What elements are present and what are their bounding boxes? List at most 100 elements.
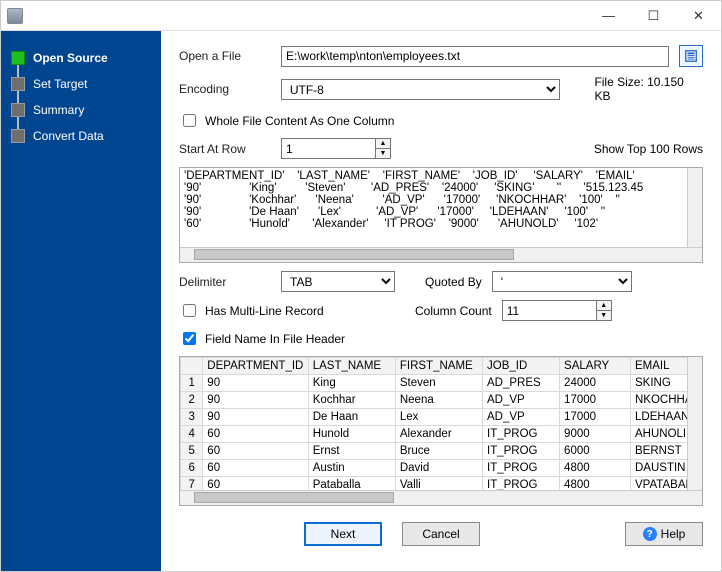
browse-file-button[interactable] [679, 45, 703, 67]
cell[interactable]: Bruce [395, 443, 482, 460]
step-indicator-icon [11, 77, 25, 91]
cell[interactable]: 60 [203, 426, 308, 443]
table-row[interactable]: 290KochharNeenaAD_VP17000NKOCHHA [181, 392, 702, 409]
grid-vertical-scrollbar[interactable] [687, 357, 702, 490]
cell[interactable]: 60 [203, 460, 308, 477]
whole-file-label: Whole File Content As One Column [205, 114, 394, 128]
step-summary[interactable]: Summary [9, 97, 153, 123]
delimiter-select[interactable]: TAB [281, 271, 395, 292]
encoding-label: Encoding [179, 82, 271, 96]
raw-horizontal-scrollbar[interactable] [180, 247, 702, 262]
cell[interactable]: 90 [203, 392, 308, 409]
cancel-button[interactable]: Cancel [402, 522, 480, 546]
cell[interactable]: 9000 [560, 426, 631, 443]
file-size-label: File Size: 10.150 KB [594, 75, 703, 103]
cell[interactable]: Lex [395, 409, 482, 426]
column-count-label: Column Count [415, 304, 492, 318]
cell[interactable]: De Haan [308, 409, 395, 426]
cell[interactable]: Kochhar [308, 392, 395, 409]
cell[interactable]: IT_PROG [483, 426, 560, 443]
table-row[interactable]: 390De HaanLexAD_VP17000LDEHAAN [181, 409, 702, 426]
open-file-label: Open a File [179, 49, 271, 63]
cell[interactable]: 90 [203, 375, 308, 392]
cell[interactable]: IT_PROG [483, 460, 560, 477]
row-number: 5 [181, 443, 203, 460]
open-file-icon [684, 49, 698, 63]
cell[interactable]: Alexander [395, 426, 482, 443]
table-row[interactable]: 460HunoldAlexanderIT_PROG9000AHUNOLI [181, 426, 702, 443]
cell[interactable]: IT_PROG [483, 477, 560, 491]
cell[interactable]: David [395, 460, 482, 477]
row-number: 2 [181, 392, 203, 409]
step-label: Summary [33, 103, 84, 117]
row-number: 1 [181, 375, 203, 392]
field-header-checkbox[interactable] [183, 332, 196, 345]
cell[interactable]: AD_VP [483, 392, 560, 409]
whole-file-checkbox[interactable] [183, 114, 196, 127]
cell[interactable]: 17000 [560, 392, 631, 409]
next-button[interactable]: Next [304, 522, 382, 546]
maximize-button[interactable]: ☐ [631, 1, 676, 31]
cell[interactable]: 4800 [560, 460, 631, 477]
step-label: Convert Data [33, 129, 104, 143]
row-number: 7 [181, 477, 203, 491]
cell[interactable]: 60 [203, 443, 308, 460]
raw-vertical-scrollbar[interactable] [687, 168, 702, 247]
encoding-select[interactable]: UTF-8 [281, 79, 561, 100]
start-row-input[interactable] [281, 138, 375, 159]
file-path-input[interactable] [281, 46, 669, 67]
minimize-button[interactable]: — [586, 1, 631, 31]
spinner-up-icon[interactable]: ▲ [597, 301, 611, 311]
help-button[interactable]: ? Help [625, 522, 703, 546]
cell[interactable]: Austin [308, 460, 395, 477]
cell[interactable]: Steven [395, 375, 482, 392]
cell[interactable]: 17000 [560, 409, 631, 426]
column-header[interactable]: JOB_ID [483, 358, 560, 375]
step-set-target[interactable]: Set Target [9, 71, 153, 97]
step-convert-data[interactable]: Convert Data [9, 123, 153, 149]
column-header[interactable]: SALARY [560, 358, 631, 375]
column-header[interactable]: LAST_NAME [308, 358, 395, 375]
scrollbar-thumb[interactable] [194, 492, 394, 503]
scrollbar-thumb[interactable] [194, 249, 514, 260]
column-count-spinner[interactable]: ▲ ▼ [596, 300, 612, 321]
show-top-label: Show Top 100 Rows [594, 142, 703, 156]
table-row[interactable]: 190KingStevenAD_PRES24000SKING [181, 375, 702, 392]
spinner-up-icon[interactable]: ▲ [376, 139, 390, 149]
delimiter-label: Delimiter [179, 275, 271, 289]
cell[interactable]: 6000 [560, 443, 631, 460]
grid-horizontal-scrollbar[interactable] [180, 490, 702, 505]
cell[interactable]: Valli [395, 477, 482, 491]
cell[interactable]: Ernst [308, 443, 395, 460]
cell[interactable]: 60 [203, 477, 308, 491]
cell[interactable]: 24000 [560, 375, 631, 392]
cell[interactable]: 4800 [560, 477, 631, 491]
data-grid: DEPARTMENT_IDLAST_NAMEFIRST_NAMEJOB_IDSA… [179, 356, 703, 506]
cell[interactable]: Neena [395, 392, 482, 409]
grid-header-row: DEPARTMENT_IDLAST_NAMEFIRST_NAMEJOB_IDSA… [181, 358, 702, 375]
quoted-by-select[interactable]: ' [492, 271, 632, 292]
column-header[interactable]: DEPARTMENT_ID [203, 358, 308, 375]
help-icon: ? [643, 527, 657, 541]
step-open-source[interactable]: Open Source [9, 45, 153, 71]
raw-preview-box: 'DEPARTMENT_ID' 'LAST_NAME' 'FIRST_NAME'… [179, 167, 703, 263]
close-button[interactable]: ✕ [676, 1, 721, 31]
cell[interactable]: 90 [203, 409, 308, 426]
start-row-spinner[interactable]: ▲ ▼ [375, 138, 391, 159]
step-indicator-icon [11, 51, 25, 65]
row-number: 4 [181, 426, 203, 443]
cell[interactable]: IT_PROG [483, 443, 560, 460]
spinner-down-icon[interactable]: ▼ [597, 311, 611, 320]
column-header[interactable]: FIRST_NAME [395, 358, 482, 375]
cell[interactable]: AD_VP [483, 409, 560, 426]
table-row[interactable]: 660AustinDavidIT_PROG4800DAUSTIN [181, 460, 702, 477]
cell[interactable]: King [308, 375, 395, 392]
cell[interactable]: AD_PRES [483, 375, 560, 392]
multiline-checkbox[interactable] [183, 304, 196, 317]
spinner-down-icon[interactable]: ▼ [376, 149, 390, 158]
table-row[interactable]: 560ErnstBruceIT_PROG6000BERNST [181, 443, 702, 460]
field-header-label: Field Name In File Header [205, 332, 345, 346]
cell[interactable]: Hunold [308, 426, 395, 443]
table-row[interactable]: 760PataballaValliIT_PROG4800VPATABAL [181, 477, 702, 491]
cell[interactable]: Pataballa [308, 477, 395, 491]
